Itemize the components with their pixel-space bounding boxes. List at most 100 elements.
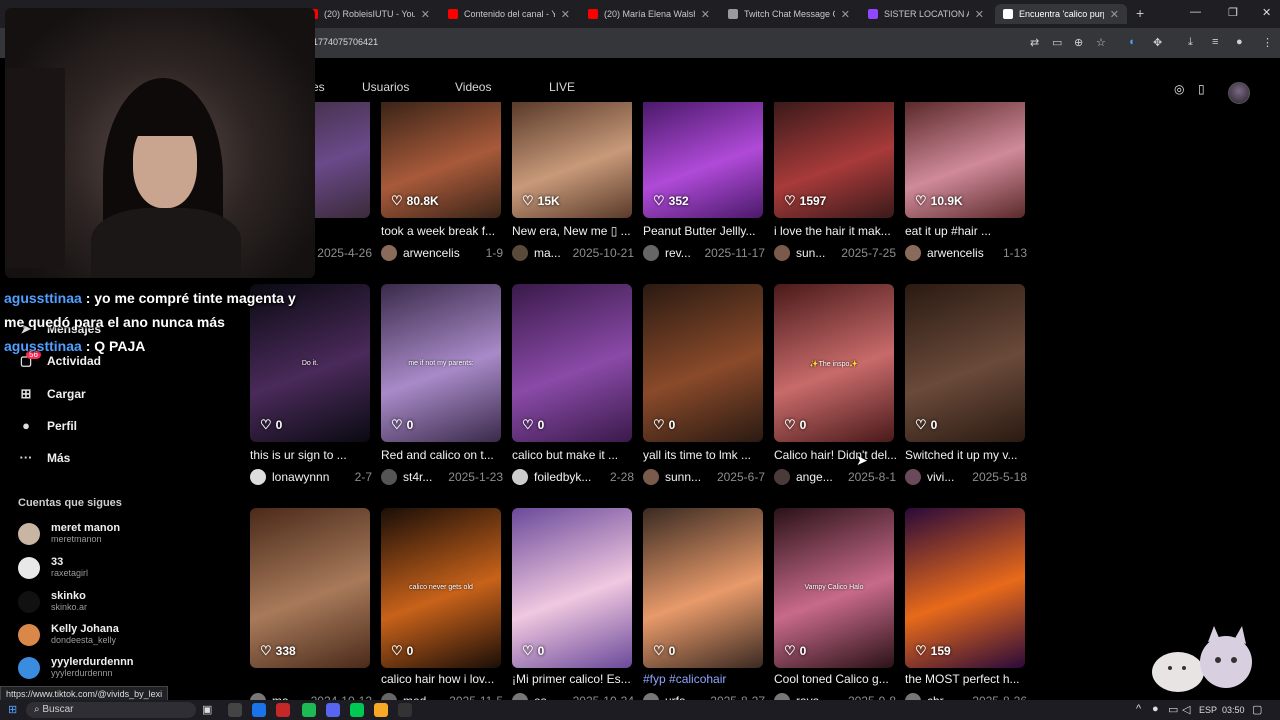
profile-icon[interactable]: ● (1236, 36, 1243, 48)
user-avatar[interactable] (1228, 82, 1250, 104)
file-explorer-icon[interactable] (374, 703, 388, 717)
microphone-icon[interactable]: ● (1152, 703, 1159, 715)
creator-avatar[interactable] (250, 469, 266, 485)
minimize-icon[interactable]: — (1190, 6, 1201, 18)
video-thumbnail[interactable]: ♡ 352 (643, 102, 763, 218)
creator-name[interactable]: ange... (796, 470, 842, 484)
creator-name[interactable]: sunn... (665, 470, 711, 484)
video-caption[interactable]: the MOST perfect h... (905, 672, 1027, 686)
video-caption[interactable]: Switched it up my v... (905, 448, 1027, 462)
video-thumbnail[interactable]: ♡ 338 (250, 508, 370, 668)
sidebar-item-mas[interactable]: ··· Más (18, 450, 71, 465)
creator-avatar[interactable] (774, 469, 790, 485)
video-thumbnail[interactable]: ✨The inspo✨ ♡ 0 (774, 284, 894, 442)
app-icon[interactable] (350, 703, 364, 717)
video-caption[interactable]: ¡Mi primer calico! Es... (512, 672, 634, 686)
creator-avatar[interactable] (512, 245, 528, 261)
video-thumbnail[interactable]: me if not my parents: ♡ 0 (381, 284, 501, 442)
chrome-icon[interactable] (252, 703, 266, 717)
video-caption[interactable]: #fyp #calicohair (643, 672, 765, 686)
sidebar-item-cargar[interactable]: ⊞ Cargar (18, 386, 86, 402)
bookmark-star-icon[interactable]: ☆ (1096, 36, 1106, 49)
browser-tab[interactable]: Encuentra 'calico purple h ✕ (995, 4, 1127, 24)
tab-close-icon[interactable]: ✕ (561, 8, 570, 21)
media-icon[interactable]: ◖ (1128, 36, 1135, 48)
video-caption[interactable]: Cool toned Calico g... (774, 672, 896, 686)
reading-list-icon[interactable]: ≡ (1212, 36, 1218, 48)
video-caption[interactable]: Calico hair! Didn't del... (774, 448, 896, 462)
video-caption[interactable]: yall its time to lmk ... (643, 448, 765, 462)
task-view-icon[interactable]: ▣ (202, 703, 212, 716)
video-thumbnail[interactable]: ♡ 15K (512, 102, 632, 218)
creator-avatar[interactable] (905, 245, 921, 261)
language-indicator[interactable]: ESP (1199, 705, 1217, 715)
tab-close-icon[interactable]: ✕ (1110, 8, 1119, 21)
tray-chevron-icon[interactable]: ^ (1136, 703, 1141, 715)
video-thumbnail[interactable]: ♡ 0 (512, 508, 632, 668)
creator-avatar[interactable] (643, 469, 659, 485)
creator-avatar[interactable] (512, 469, 528, 485)
app-icon[interactable] (276, 703, 290, 717)
download-icon[interactable]: ⤓ (1188, 36, 1193, 49)
taskbar-search[interactable]: ⌕ Buscar (26, 702, 196, 718)
video-caption[interactable]: i love the hair it mak... (774, 224, 896, 238)
phone-icon[interactable]: ▯ (1198, 82, 1205, 96)
url-text[interactable]: 1774075706421 (313, 37, 378, 47)
followed-account[interactable]: yyylerdurdennn yyylerdurdennn (18, 656, 134, 679)
video-thumbnail[interactable]: ♡ 80.8K (381, 102, 501, 218)
video-caption[interactable]: eat it up #hair ... (905, 224, 1027, 238)
clock[interactable]: 03:50 (1222, 705, 1245, 715)
video-thumbnail[interactable]: ♡ 0 (512, 284, 632, 442)
app-icon[interactable] (398, 703, 412, 717)
tab-close-icon[interactable]: ✕ (975, 8, 984, 21)
tab-close-icon[interactable]: ✕ (701, 8, 710, 21)
creator-avatar[interactable] (643, 245, 659, 261)
video-thumbnail[interactable]: Vampy Calico Halo ♡ 0 (774, 508, 894, 668)
zoom-icon[interactable]: ⊕ (1074, 36, 1083, 49)
notifications-icon[interactable]: ▢ (1252, 703, 1262, 716)
tab-live[interactable]: LIVE (549, 80, 575, 94)
browser-tab[interactable]: (20) María Elena Walsh El ✕ (580, 4, 718, 24)
browser-tab[interactable]: Contenido del canal - YouTube ✕ (440, 4, 578, 24)
compass-icon[interactable]: ◎ (1174, 82, 1184, 96)
new-tab-button[interactable]: + (1136, 5, 1144, 21)
tab-videos[interactable]: Videos (455, 80, 491, 94)
video-caption[interactable]: calico but make it ... (512, 448, 634, 462)
followed-account[interactable]: meret manon meretmanon (18, 522, 120, 545)
screen-share-icon[interactable]: ▭ (1052, 36, 1062, 49)
video-thumbnail[interactable]: ♡ 0 (643, 284, 763, 442)
creator-name[interactable]: rev... (665, 246, 699, 260)
video-thumbnail[interactable]: ♡ 10.9K (905, 102, 1025, 218)
creator-avatar[interactable] (905, 469, 921, 485)
volume-icon[interactable]: ◁ (1182, 703, 1190, 716)
kebab-menu-icon[interactable]: ⋮ (1262, 36, 1273, 49)
video-caption[interactable]: Peanut Butter Jellly... (643, 224, 765, 238)
video-thumbnail[interactable]: ♡ 1597 (774, 102, 894, 218)
creator-name[interactable]: arwencelis (403, 246, 480, 260)
browser-tab[interactable]: SISTER LOCATION ASI DE ✕ (860, 4, 992, 24)
creator-name[interactable]: ma... (534, 246, 567, 260)
creator-name[interactable]: st4r... (403, 470, 442, 484)
creator-avatar[interactable] (381, 245, 397, 261)
video-caption[interactable]: this is ur sign to ... (250, 448, 372, 462)
creator-name[interactable]: vivi... (927, 470, 966, 484)
video-caption[interactable]: took a week break f... (381, 224, 503, 238)
sidebar-item-perfil[interactable]: ● Perfil (18, 418, 77, 433)
creator-avatar[interactable] (774, 245, 790, 261)
video-thumbnail[interactable]: ♡ 159 (905, 508, 1025, 668)
close-window-icon[interactable]: ✕ (1262, 6, 1271, 19)
network-icon[interactable]: ▭ (1168, 703, 1178, 716)
tab-close-icon[interactable]: ✕ (421, 8, 430, 21)
video-caption[interactable]: New era, New me ▯ ... (512, 224, 634, 238)
tab-usuarios[interactable]: Usuarios (362, 80, 409, 94)
video-thumbnail[interactable]: ♡ 0 (643, 508, 763, 668)
video-caption[interactable]: Red and calico on t... (381, 448, 503, 462)
creator-name[interactable]: lonawynnn (272, 470, 349, 484)
video-thumbnail[interactable]: calico never gets old ♡ 0 (381, 508, 501, 668)
followed-account[interactable]: skinko skinko.ar (18, 590, 87, 613)
discord-icon[interactable] (326, 703, 340, 717)
followed-account[interactable]: 33 raxetagirl (18, 556, 88, 579)
creator-name[interactable]: sun... (796, 246, 835, 260)
creator-name[interactable]: foiledbyk... (534, 470, 604, 484)
video-thumbnail[interactable]: ♡ 0 (905, 284, 1025, 442)
